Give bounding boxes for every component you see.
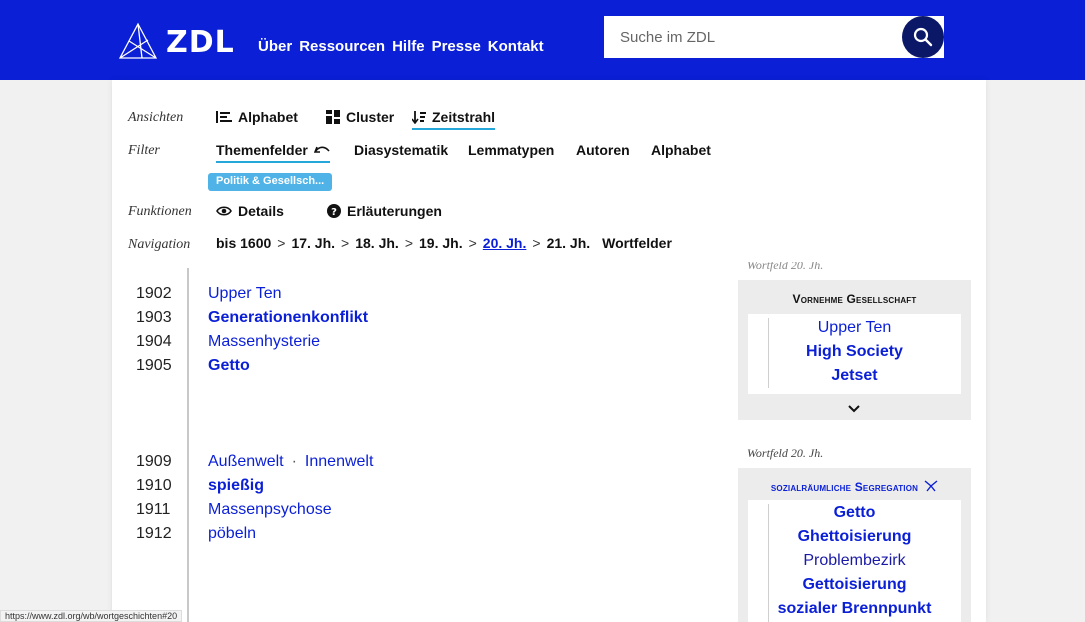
nav-link-hilfe[interactable]: Hilfe — [392, 38, 425, 55]
wortfeld-word[interactable]: sozialer Brennpunkt — [748, 600, 961, 618]
filter-autoren[interactable]: Autoren — [576, 142, 630, 158]
nav-wortfelder[interactable]: Wortfelder — [602, 235, 672, 251]
wortfeld-word[interactable]: High Society — [748, 343, 961, 361]
century-navigation: bis 1600 > 17. Jh. > 18. Jh. > 19. Jh. >… — [216, 235, 672, 251]
timeline-year: 1905 — [136, 357, 172, 374]
wortfeld-box: Vornehme Gesellschaft Upper Ten High Soc… — [738, 280, 971, 420]
svg-text:?: ? — [331, 207, 337, 218]
timeline-entry[interactable]: Massenhysterie — [208, 333, 320, 351]
nav-separator: > — [532, 235, 541, 251]
timeline-year: 1911 — [136, 501, 171, 518]
view-zeitstrahl-label: Zeitstrahl — [432, 109, 496, 125]
active-filter-chip[interactable]: Politik & Gesellsch... — [208, 173, 333, 191]
nav-separator: > — [277, 235, 286, 251]
zdl-logo[interactable]: ZDL — [118, 22, 235, 62]
search-box — [604, 16, 944, 58]
timeline-year: 1909 — [136, 453, 172, 470]
sort-timeline-icon — [412, 111, 426, 124]
wortfeld-word[interactable]: Ghettoisierung — [748, 528, 961, 546]
wortfeld-label: Wortfeld 20. Jh. — [747, 262, 824, 272]
wortfeld-list: Getto Ghettoisierung Problembezirk Getto… — [748, 500, 961, 622]
undo-icon — [313, 146, 330, 153]
function-erlaeuterungen-label: Erläuterungen — [347, 203, 442, 219]
timeline-year: 1910 — [136, 477, 172, 494]
wortfeld-title[interactable]: Vornehme Gesellschaft — [738, 292, 971, 306]
timeline-entry[interactable]: Außenwelt — [208, 453, 284, 471]
nav-20-jh[interactable]: 20. Jh. — [483, 235, 527, 251]
function-details-label: Details — [238, 203, 284, 219]
nav-21-jh[interactable]: 21. Jh. — [547, 235, 591, 251]
timeline-entry[interactable]: Generationenkonflikt — [208, 309, 368, 327]
wortfeld-word[interactable]: Getto — [748, 504, 961, 522]
browser-status-url: https://www.zdl.org/wb/wortgeschichten#2… — [0, 610, 183, 622]
nav-18-jh[interactable]: 18. Jh. — [355, 235, 399, 251]
view-cluster-label: Cluster — [346, 109, 395, 125]
timeline-entry[interactable]: Getto — [208, 357, 250, 375]
filter-label: Filter — [128, 143, 160, 158]
wortfeld-label: Wortfeld 20. Jh. — [747, 446, 824, 460]
timeline-axis — [187, 268, 189, 622]
wortfeld-word[interactable]: Problembezirk — [748, 552, 961, 570]
wortfeld-word[interactable]: Upper Ten — [748, 319, 961, 337]
timeline-year: 1904 — [136, 333, 172, 350]
filter-alphabet[interactable]: Alphabet — [651, 142, 711, 158]
views-label: Ansichten — [128, 110, 184, 125]
timeline-year: 1902 — [136, 285, 172, 302]
entry-separator: · — [291, 453, 297, 470]
search-button[interactable] — [902, 16, 944, 58]
filter-autoren-label: Autoren — [576, 142, 630, 158]
scissors-icon[interactable] — [924, 480, 938, 492]
wortfeld-title[interactable]: sozialräumliche Segregation — [771, 480, 918, 494]
timeline-entry-group: Außenwelt · Innenwelt — [208, 453, 373, 471]
functions-label: Funktionen — [128, 204, 192, 219]
filter-lemmatypen-label: Lemmatypen — [468, 142, 555, 158]
filter-themenfelder-label: Themenfelder — [216, 142, 308, 158]
nav-link-kontakt[interactable]: Kontakt — [488, 38, 544, 55]
nav-17-jh[interactable]: 17. Jh. — [291, 235, 335, 251]
navigation-label: Navigation — [128, 237, 191, 252]
view-alphabet[interactable]: Alphabet — [216, 109, 298, 125]
nav-separator: > — [341, 235, 350, 251]
view-alphabet-label: Alphabet — [238, 109, 298, 125]
nav-link-presse[interactable]: Presse — [432, 38, 481, 55]
filter-themenfelder[interactable]: Themenfelder — [216, 142, 330, 163]
filter-diasystematik-label: Diasystematik — [354, 142, 449, 158]
nav-bis-1600[interactable]: bis 1600 — [216, 235, 271, 251]
nav-link-ressourcen[interactable]: Ressourcen — [299, 38, 385, 55]
top-navbar: ZDL Über Ressourcen Hilfe Presse Kontakt — [0, 0, 1085, 80]
nav-link-ueber[interactable]: Über — [258, 38, 292, 55]
nav-separator: > — [404, 235, 414, 251]
function-erlaeuterungen[interactable]: ? Erläuterungen — [327, 203, 442, 219]
wortfeld-title-row: sozialräumliche Segregation — [738, 480, 971, 494]
timeline-year: 1903 — [136, 309, 172, 326]
main-nav: Über Ressourcen Hilfe Presse Kontakt — [258, 38, 544, 55]
function-details[interactable]: Details — [216, 203, 284, 219]
question-circle-icon: ? — [327, 204, 341, 218]
timeline-entry[interactable]: pöbeln — [208, 525, 256, 543]
wortfeld-list: Upper Ten High Society Jetset — [748, 314, 961, 394]
wortfeld-word[interactable]: Gettoisierung — [748, 576, 961, 594]
eye-icon — [216, 206, 232, 216]
timeline-entry[interactable]: Upper Ten — [208, 285, 282, 303]
search-input[interactable] — [620, 16, 890, 58]
timeline-year: 1912 — [136, 525, 172, 542]
timeline-entry[interactable]: Innenwelt — [305, 453, 374, 471]
filter-lemmatypen[interactable]: Lemmatypen — [468, 142, 554, 158]
timeline-entry[interactable]: spießig — [208, 477, 264, 495]
zdl-logo-icon — [118, 22, 158, 59]
wortfeld-word[interactable]: Jetset — [748, 367, 961, 385]
cluster-icon — [326, 110, 340, 124]
nav-19-jh[interactable]: 19. Jh. — [419, 235, 463, 251]
filter-diasystematik[interactable]: Diasystematik — [354, 142, 448, 158]
alphabet-list-icon — [216, 111, 232, 123]
view-zeitstrahl[interactable]: Zeitstrahl — [412, 109, 496, 130]
wortfeld-box: sozialräumliche Segregation Getto Ghetto… — [738, 468, 971, 622]
expand-chevron-down-icon[interactable] — [848, 400, 860, 418]
filter-alphabet-label: Alphabet — [651, 142, 711, 158]
view-cluster[interactable]: Cluster — [326, 109, 394, 125]
timeline-entry[interactable]: Massenpsychose — [208, 501, 332, 519]
nav-separator: > — [468, 235, 477, 251]
search-icon — [913, 27, 933, 47]
logo-text: ZDL — [166, 24, 235, 60]
